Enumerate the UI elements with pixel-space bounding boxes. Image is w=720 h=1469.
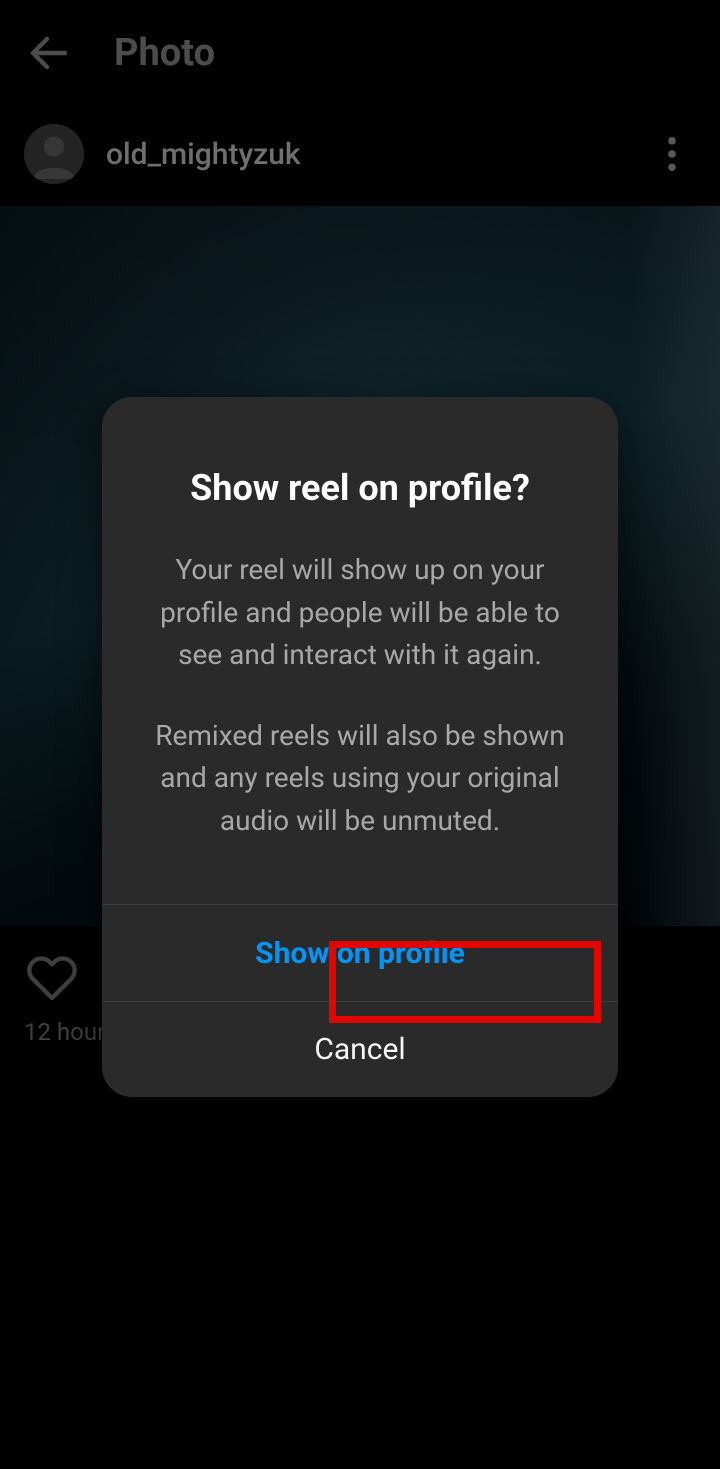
dialog-message: Your reel will show up on your profile a… — [150, 549, 570, 842]
dialog-title: Show reel on profile? — [150, 467, 570, 509]
cancel-button[interactable]: Cancel — [102, 1001, 618, 1097]
dialog-body: Show reel on profile? Your reel will sho… — [102, 397, 618, 904]
confirm-dialog: Show reel on profile? Your reel will sho… — [102, 397, 618, 1097]
dialog-paragraph: Your reel will show up on your profile a… — [150, 549, 570, 677]
dialog-actions: Show on profile Cancel — [102, 904, 618, 1097]
dialog-paragraph: Remixed reels will also be shown and any… — [150, 715, 570, 843]
show-on-profile-button[interactable]: Show on profile — [102, 905, 618, 1001]
